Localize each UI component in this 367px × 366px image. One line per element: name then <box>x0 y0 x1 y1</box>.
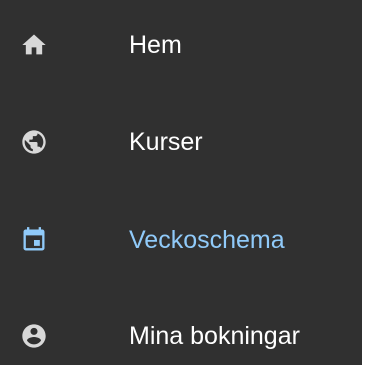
nav-item-kurser[interactable]: Kurser <box>0 112 362 172</box>
account-circle-icon <box>20 322 48 350</box>
nav-item-label: Mina bokningar <box>129 322 300 350</box>
home-icon <box>20 31 48 59</box>
nav-item-label: Hem <box>129 31 182 59</box>
nav-item-hem[interactable]: Hem <box>0 15 362 75</box>
calendar-icon <box>20 226 48 254</box>
navigation-drawer: Hem Kurser Veckoschema Mina bokningar <box>0 0 362 365</box>
nav-item-label: Kurser <box>129 128 203 156</box>
nav-item-label: Veckoschema <box>129 226 285 254</box>
nav-item-veckoschema[interactable]: Veckoschema <box>0 210 362 270</box>
globe-icon <box>20 128 48 156</box>
nav-item-mina-bokningar[interactable]: Mina bokningar <box>0 306 362 366</box>
